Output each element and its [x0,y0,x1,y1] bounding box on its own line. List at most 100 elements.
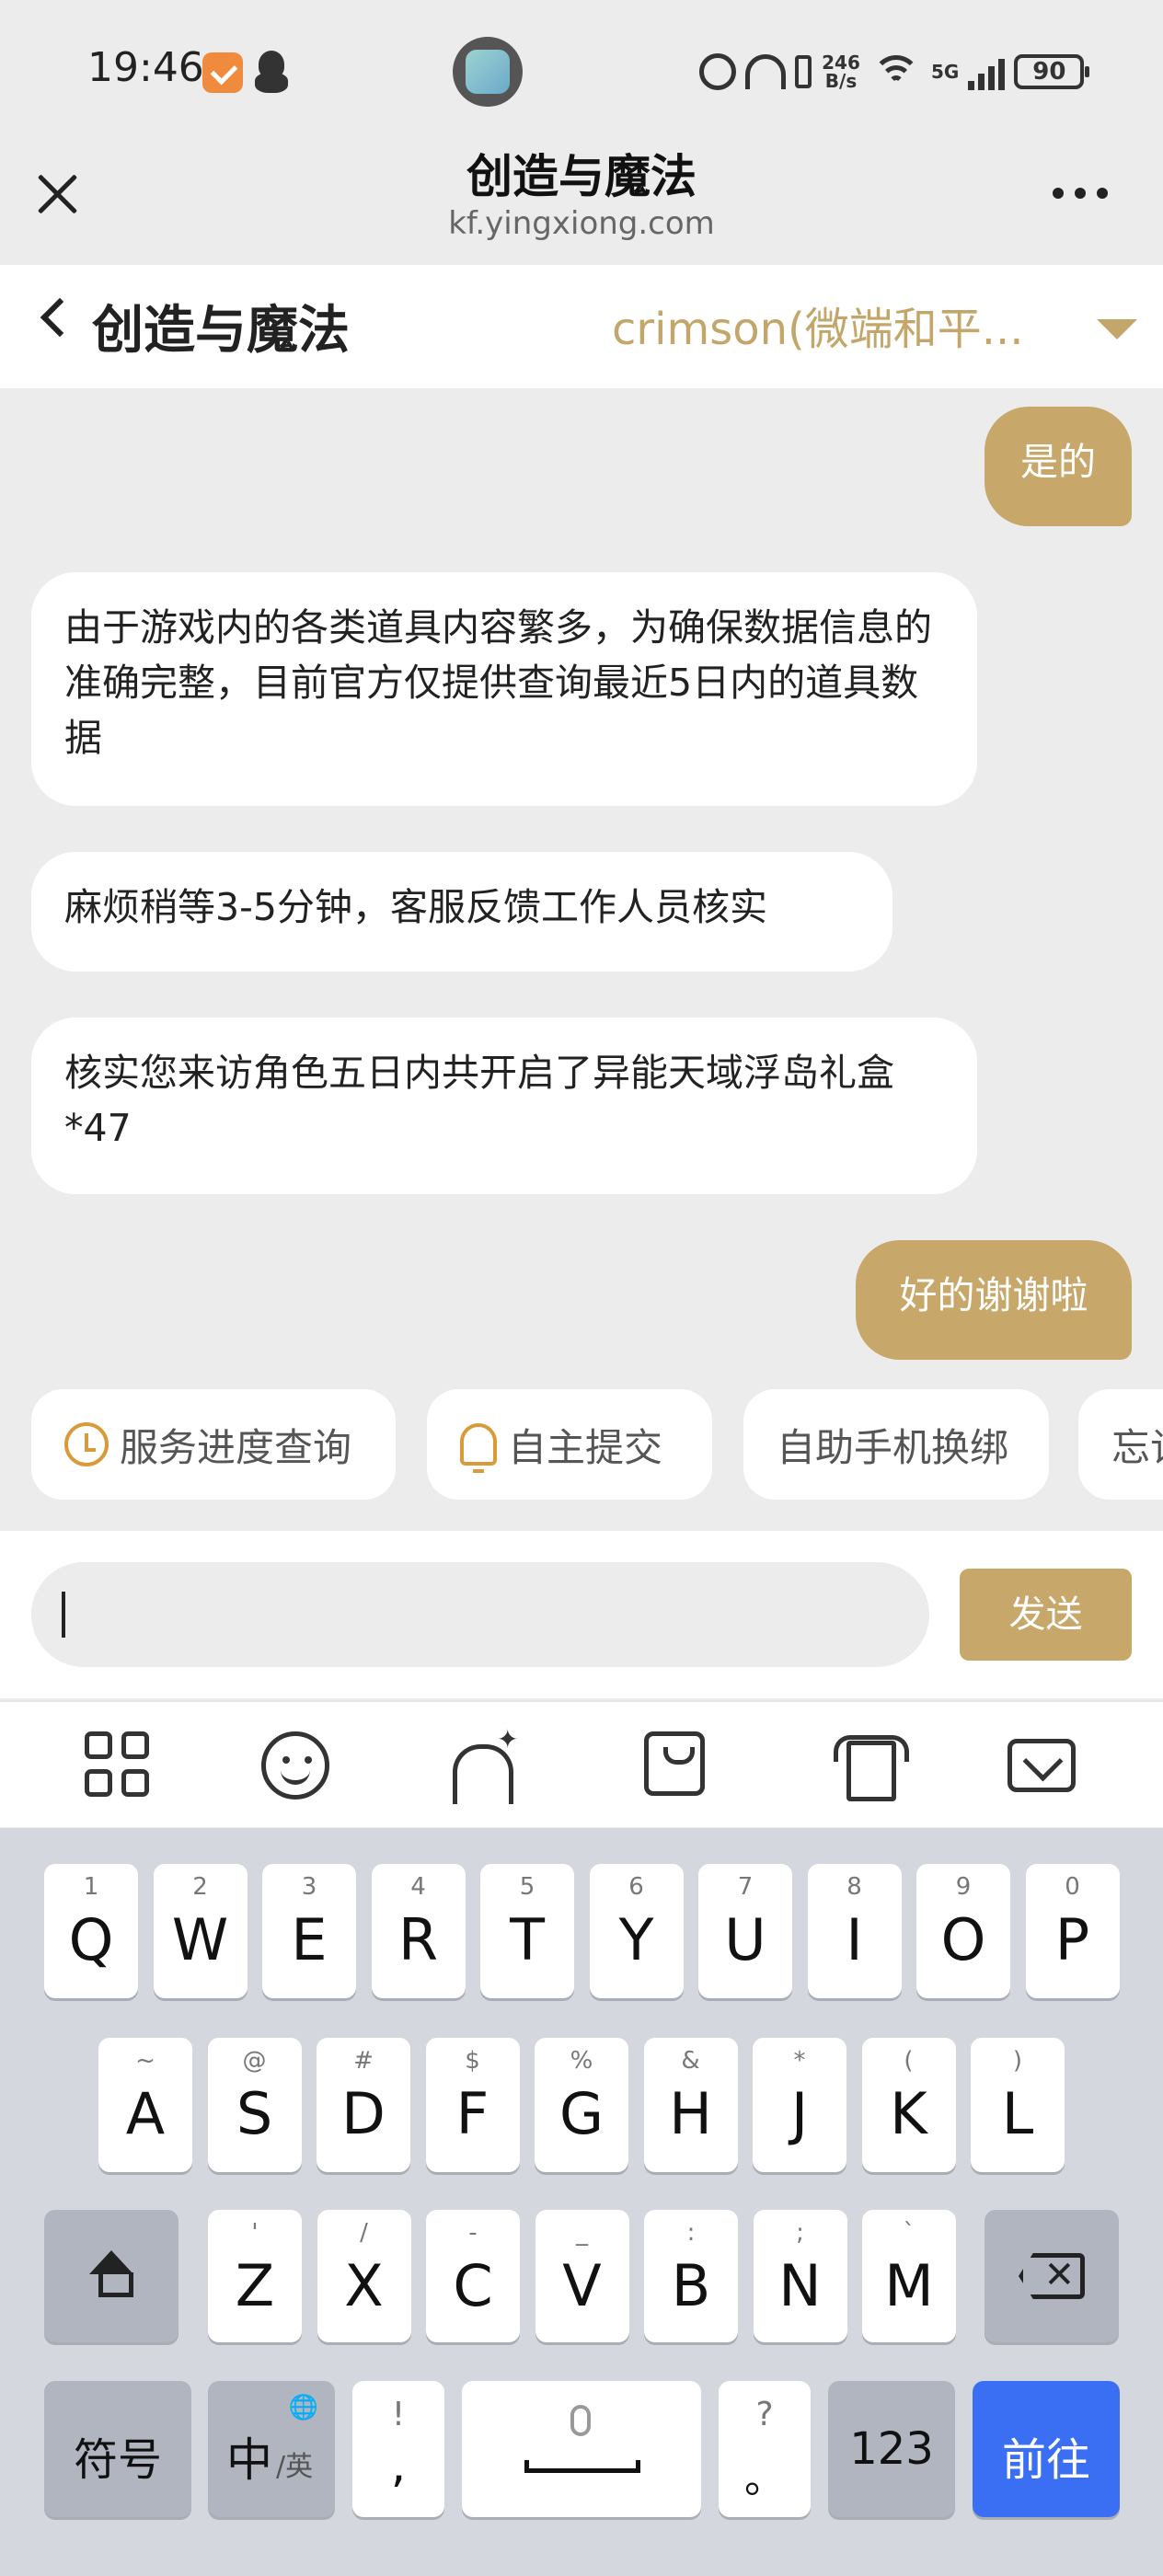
key-label: Z [235,2252,275,2319]
status-bar: 19:46 246 B/s 5G 90 [0,0,1163,138]
ai-magic-icon[interactable] [449,1724,518,1804]
delete-key[interactable]: ✕ [985,2210,1119,2342]
key-p[interactable]: 0P [1025,1864,1120,1998]
key-label: G [558,2080,605,2147]
quick-reply-phone-rebind[interactable]: 自助手机换绑 [743,1389,1049,1500]
skin-theme-icon[interactable] [834,1731,909,1801]
key-hint: 6 [628,1873,644,1901]
chevron-down-icon[interactable] [1097,319,1137,339]
more-options-icon[interactable] [1053,188,1108,199]
key-j[interactable]: * J [753,2038,846,2172]
go-key[interactable]: 前往 [973,2381,1120,2517]
status-time: 19:46 [87,44,204,91]
key-t[interactable]: 5T [480,1864,574,1998]
key-w[interactable]: 2W [153,1864,248,1998]
key-label: E [291,1906,328,1973]
key-hint: # [353,2047,374,2075]
bell-icon [460,1423,497,1473]
key-y[interactable]: 6Y [589,1864,684,1998]
message-outgoing: 是的 [985,407,1132,526]
key-g[interactable]: % G [535,2038,628,2172]
key-label: C [453,2252,493,2319]
key-label: Q [68,1906,114,1973]
comma-key[interactable]: ! , [352,2381,444,2517]
key-label: I [846,1906,863,1973]
clock-icon [64,1422,109,1466]
key-b[interactable]: :B [644,2210,738,2342]
key-l[interactable]: ) L [971,2038,1065,2172]
key-label: H [669,2080,712,2147]
key-q[interactable]: 1Q [44,1864,138,1998]
key-v[interactable]: _ V [535,2210,629,2342]
quick-reply-self-submit[interactable]: 自主提交 [427,1389,712,1500]
key-hint: 4 [410,1873,426,1901]
quick-reply-label: 自助手机换绑 [777,1424,1009,1470]
space-key[interactable] [462,2381,701,2517]
symbols-key-label: 符号 [73,2434,162,2486]
hide-keyboard-icon[interactable] [1008,1739,1076,1792]
key-c[interactable]: -C [426,2210,520,2342]
qq-penguin-icon [253,51,290,95]
lang-alt-label: /英 [276,2451,314,2483]
shift-icon [84,2250,139,2302]
key-z[interactable]: ' Z [208,2210,302,2342]
key-n[interactable]: ; N [753,2210,847,2342]
key-label: N [778,2252,822,2319]
key-label: K [890,2080,927,2147]
key-a[interactable]: ~ A [98,2038,192,2172]
period-key-hint: ? [755,2396,774,2433]
floating-app-avatar-icon[interactable] [453,37,523,107]
key-s[interactable]: @ S [207,2038,302,2172]
key-label: Y [618,1906,654,1973]
alarm-icon [699,53,736,90]
message-incoming: 由于游戏内的各类道具内容繁多，为确保数据信息的准确完整，目前官方仅提供查询最近5… [31,572,977,806]
symbols-key[interactable]: 符号 [44,2381,191,2517]
key-hint: * [793,2047,806,2075]
key-label: D [341,2080,386,2147]
send-button[interactable]: 发送 [960,1569,1132,1661]
quick-reply-service-progress[interactable]: 服务进度查询 [31,1389,396,1500]
status-indicators: 246 B/s 5G 90 [699,46,1090,98]
key-label: B [671,2252,711,2319]
webview-url: kf.yingxiong.com [448,205,715,242]
clipboard-bag-icon[interactable] [644,1731,705,1796]
key-x[interactable]: / X [317,2210,411,2342]
language-switch-key[interactable]: 🌐 中 /英 [208,2381,335,2517]
key-hint: / [360,2219,368,2247]
key-label: S [236,2080,273,2147]
message-input[interactable] [31,1562,929,1667]
apps-grid-icon[interactable] [85,1731,151,1798]
key-e[interactable]: 3E [262,1864,356,1998]
key-hint: : [686,2219,696,2247]
role-selector[interactable]: crimson(微端和平... [612,293,1026,357]
key-h[interactable]: & H [643,2038,738,2172]
period-key[interactable]: ? 。 [719,2381,811,2517]
key-o[interactable]: 9O [916,1864,1010,1998]
key-hint: $ [465,2047,480,2075]
key-i[interactable]: 8I [807,1864,902,1998]
shift-key[interactable] [44,2210,178,2342]
key-r[interactable]: 4R [371,1864,466,1998]
key-hint: & [681,2047,700,2075]
key-label: R [397,1906,439,1973]
quick-reply-forgot[interactable]: 忘记 [1078,1389,1163,1500]
key-u[interactable]: 7U [698,1864,792,1998]
emoji-icon[interactable] [261,1731,329,1800]
page-title: 创造与魔法 [92,301,350,361]
key-m[interactable]: ` M [862,2210,956,2342]
key-f[interactable]: $ F [425,2038,520,2172]
key-d[interactable]: # D [317,2038,410,2172]
key-k[interactable]: (K [861,2038,956,2172]
network-speed-unit: B/s [824,70,858,92]
key-label: O [940,1906,986,1973]
key-label: M [884,2252,934,2319]
numbers-key[interactable]: 123 [828,2381,955,2517]
network-type: 5G [931,61,960,83]
message-outgoing: 好的谢谢啦 [856,1240,1132,1360]
globe-icon: 🌐 [288,2394,318,2421]
microphone-icon [570,2405,591,2436]
key-label: U [724,1906,766,1973]
numbers-key-label: 123 [849,2423,934,2475]
headphones-icon [745,54,786,89]
key-hint: % [570,2047,593,2075]
